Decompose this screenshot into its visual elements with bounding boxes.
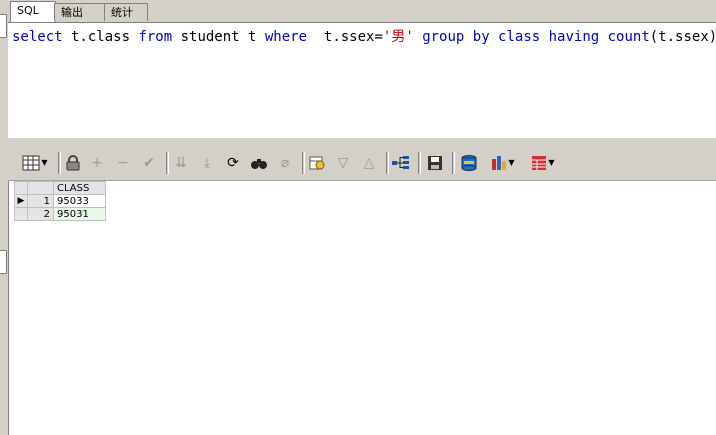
class-cell[interactable]: 95033 — [53, 194, 106, 208]
fetch-last-icon[interactable]: ⤓ — [196, 152, 218, 174]
keyword-group-by: group by class having count — [422, 29, 650, 45]
toolbar-separator — [452, 152, 455, 174]
grid-corner-cell — [14, 181, 28, 195]
code-text: student t — [172, 29, 265, 45]
table-row[interactable]: 2 95031 — [14, 207, 106, 221]
tab-statistics[interactable]: 统计 — [104, 3, 148, 21]
class-cell[interactable]: 95031 — [53, 207, 106, 221]
add-record-icon[interactable]: + — [86, 152, 108, 174]
string-literal: '男' — [382, 29, 414, 45]
row-indicator — [14, 207, 28, 221]
results-grid[interactable]: CLASS ▶ 1 95033 2 95031 — [14, 181, 106, 221]
sort-ascending-icon[interactable]: △ — [358, 152, 380, 174]
fetch-next-icon[interactable]: ⇊ — [170, 152, 192, 174]
sort-descending-icon[interactable]: ▽ — [332, 152, 354, 174]
chart-icon[interactable]: ▼ — [486, 152, 520, 174]
keyword-from: from — [138, 29, 173, 45]
toolbar-separator — [386, 152, 389, 174]
lock-icon[interactable] — [62, 152, 84, 174]
row-number: 2 — [27, 207, 54, 221]
tab-sql[interactable]: SQL — [10, 1, 56, 23]
code-text: (t.ssex)>1 — [649, 29, 716, 45]
column-header-class[interactable]: CLASS — [53, 181, 106, 195]
toolbar-separator — [302, 152, 305, 174]
grid-header-row: CLASS — [14, 181, 106, 195]
table-view-icon[interactable]: ▼ — [526, 152, 560, 174]
current-row-indicator-icon: ▶ — [14, 194, 28, 208]
table-row[interactable]: ▶ 1 95033 — [14, 194, 106, 208]
toolbar-separator — [58, 152, 61, 174]
results-toolbar: ▼ + − ✔ ⇊ ⤓ ⟳ ⌀ ▽ △ ▼ ▼ — [8, 144, 716, 181]
keyword-select: select — [12, 29, 63, 45]
row-number: 1 — [27, 194, 54, 208]
sql-code-line[interactable]: select t.class from student t where t.ss… — [12, 29, 716, 45]
query-by-example-icon[interactable] — [306, 152, 328, 174]
keyword-where: where — [264, 29, 308, 45]
tab-strip: SQL 输出 统计 — [8, 0, 716, 23]
save-icon[interactable] — [424, 152, 446, 174]
find-icon[interactable] — [248, 152, 270, 174]
window-edge-notch — [0, 250, 7, 274]
grid-corner-cell — [27, 181, 54, 195]
post-changes-icon[interactable]: ✔ — [138, 152, 160, 174]
export-icon[interactable] — [458, 152, 480, 174]
link-icon[interactable] — [390, 152, 412, 174]
tab-output[interactable]: 输出 — [54, 3, 106, 21]
refresh-icon[interactable]: ⟳ — [222, 152, 244, 174]
toolbar-separator — [418, 152, 421, 174]
code-text: t.class — [62, 29, 139, 45]
sql-editor[interactable]: select t.class from student t where t.ss… — [8, 22, 716, 138]
grid-layout-icon[interactable]: ▼ — [18, 152, 52, 174]
clear-icon[interactable]: ⌀ — [274, 152, 296, 174]
delete-record-icon[interactable]: − — [112, 152, 134, 174]
code-text: t.ssex= — [307, 29, 383, 45]
window-edge-notch — [0, 14, 7, 38]
toolbar-separator — [166, 152, 169, 174]
